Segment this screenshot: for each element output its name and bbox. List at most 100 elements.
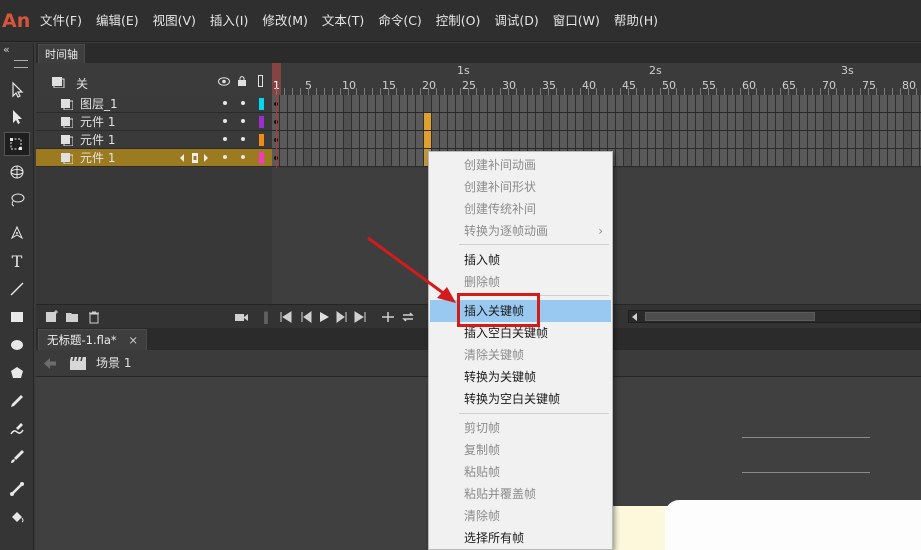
menu-item-convert-frame-by-frame[interactable]: 转换为逐帧动画 › [430, 220, 611, 242]
lock-dot[interactable] [241, 137, 245, 141]
frame-cell[interactable] [720, 149, 728, 166]
frame-cell[interactable] [792, 149, 800, 166]
frame-cell[interactable] [328, 131, 336, 148]
frame-cell[interactable] [760, 131, 768, 148]
frame-cell[interactable] [608, 131, 616, 148]
timeline-ruler[interactable]: 1 5 10 15 20 25 30 35 40 45 50 55 60 65 … [272, 63, 921, 95]
frame-cell[interactable] [632, 113, 640, 130]
frame-cell[interactable] [848, 149, 856, 166]
frame-cell[interactable] [872, 131, 880, 148]
frame-cell[interactable] [584, 131, 592, 148]
frame-cell[interactable] [400, 95, 408, 112]
timeline-scrollbar[interactable] [628, 310, 921, 323]
frame-cell[interactable] [896, 95, 904, 112]
frame-cell[interactable] [440, 95, 448, 112]
frame-cell[interactable] [320, 131, 328, 148]
frame-cell[interactable] [296, 149, 304, 166]
frame-cell[interactable] [728, 131, 736, 148]
frame-cell[interactable] [584, 95, 592, 112]
frame-cell[interactable] [632, 149, 640, 166]
frame-cell[interactable] [392, 95, 400, 112]
layer-cue-icon[interactable] [180, 153, 212, 163]
frame-cell[interactable] [640, 95, 648, 112]
frame-cell[interactable] [544, 131, 552, 148]
frame-cell[interactable] [864, 131, 872, 148]
frame-cell[interactable] [432, 113, 440, 130]
frame-cell[interactable] [520, 95, 528, 112]
frame-cell[interactable] [368, 113, 376, 130]
visibility-dot[interactable] [223, 119, 227, 123]
frame-cell[interactable] [712, 131, 720, 148]
frame-cell[interactable] [832, 131, 840, 148]
frame-cell[interactable] [528, 131, 536, 148]
layer-options-icon[interactable] [52, 76, 66, 88]
frame-cell[interactable] [328, 113, 336, 130]
frame-cell[interactable] [744, 95, 752, 112]
frame-cell[interactable] [848, 95, 856, 112]
visibility-dot[interactable] [223, 101, 227, 105]
frame-cell[interactable] [408, 131, 416, 148]
pen-icon[interactable] [4, 221, 30, 245]
scene-label[interactable]: 场景 1 [96, 350, 131, 377]
tab-timeline[interactable]: 时间轴 [38, 44, 85, 63]
frame-cell[interactable] [496, 113, 504, 130]
frame-cell[interactable] [536, 113, 544, 130]
camera-icon[interactable] [234, 309, 250, 325]
frame-cell[interactable] [568, 95, 576, 112]
oval-icon[interactable] [4, 333, 30, 357]
frame-cell[interactable] [480, 131, 488, 148]
layer-color-swatch[interactable] [259, 98, 264, 110]
lasso-icon[interactable] [4, 188, 30, 212]
frame-cell[interactable] [368, 95, 376, 112]
frame-cell[interactable] [888, 95, 896, 112]
menu-item-select-all-frames[interactable]: 选择所有帧 [430, 527, 611, 549]
last-frame-icon[interactable] [352, 309, 368, 325]
frame-cell[interactable] [624, 149, 632, 166]
frame-cell[interactable] [536, 131, 544, 148]
frame-cell[interactable] [368, 131, 376, 148]
frame-cell[interactable] [384, 149, 392, 166]
frame-cell[interactable] [760, 95, 768, 112]
frame-cell[interactable] [864, 95, 872, 112]
frame-cell[interactable] [424, 131, 432, 148]
frame-cell[interactable] [520, 131, 528, 148]
new-layer-icon[interactable] [44, 309, 60, 325]
frame-cell[interactable] [800, 131, 808, 148]
frame-cell[interactable] [608, 113, 616, 130]
frame-cell[interactable] [704, 149, 712, 166]
frame-cell[interactable] [464, 131, 472, 148]
frame-cell[interactable] [768, 113, 776, 130]
frame-cell[interactable] [560, 113, 568, 130]
frame-cell[interactable] [824, 113, 832, 130]
layer-name[interactable]: 元件 1 [80, 131, 115, 149]
menu-item-insert-frame[interactable]: 插入帧 [430, 249, 611, 271]
frame-cell[interactable] [384, 95, 392, 112]
frame-cell[interactable] [744, 149, 752, 166]
trash-icon[interactable] [86, 309, 102, 325]
frame-cell[interactable] [664, 95, 672, 112]
layer-row[interactable]: 图层_1 [36, 95, 272, 113]
layer-row[interactable]: 元件 1 [36, 113, 272, 131]
frame-cell[interactable] [656, 113, 664, 130]
frame-cell[interactable] [336, 149, 344, 166]
frame-cell[interactable] [400, 131, 408, 148]
frame-cell[interactable] [320, 95, 328, 112]
frame-cell[interactable] [648, 95, 656, 112]
menu-item-clear-keyframe[interactable]: 清除关键帧 [430, 344, 611, 366]
frame-cell[interactable] [448, 113, 456, 130]
frame-cell[interactable] [728, 149, 736, 166]
frame-cell[interactable] [800, 149, 808, 166]
frame-cell[interactable] [392, 149, 400, 166]
menu-control[interactable]: 控制(O) [432, 0, 485, 42]
frame-cell[interactable] [688, 95, 696, 112]
frame-cell[interactable] [488, 113, 496, 130]
new-folder-icon[interactable] [64, 309, 80, 325]
frame-cell[interactable] [336, 113, 344, 130]
frame-cell[interactable] [464, 95, 472, 112]
play-icon[interactable] [316, 309, 332, 325]
frame-cell[interactable] [352, 131, 360, 148]
layer-row[interactable]: 元件 1 [36, 131, 272, 149]
frame-cell[interactable] [368, 149, 376, 166]
frame-cell[interactable] [552, 113, 560, 130]
frame-cell[interactable] [720, 131, 728, 148]
